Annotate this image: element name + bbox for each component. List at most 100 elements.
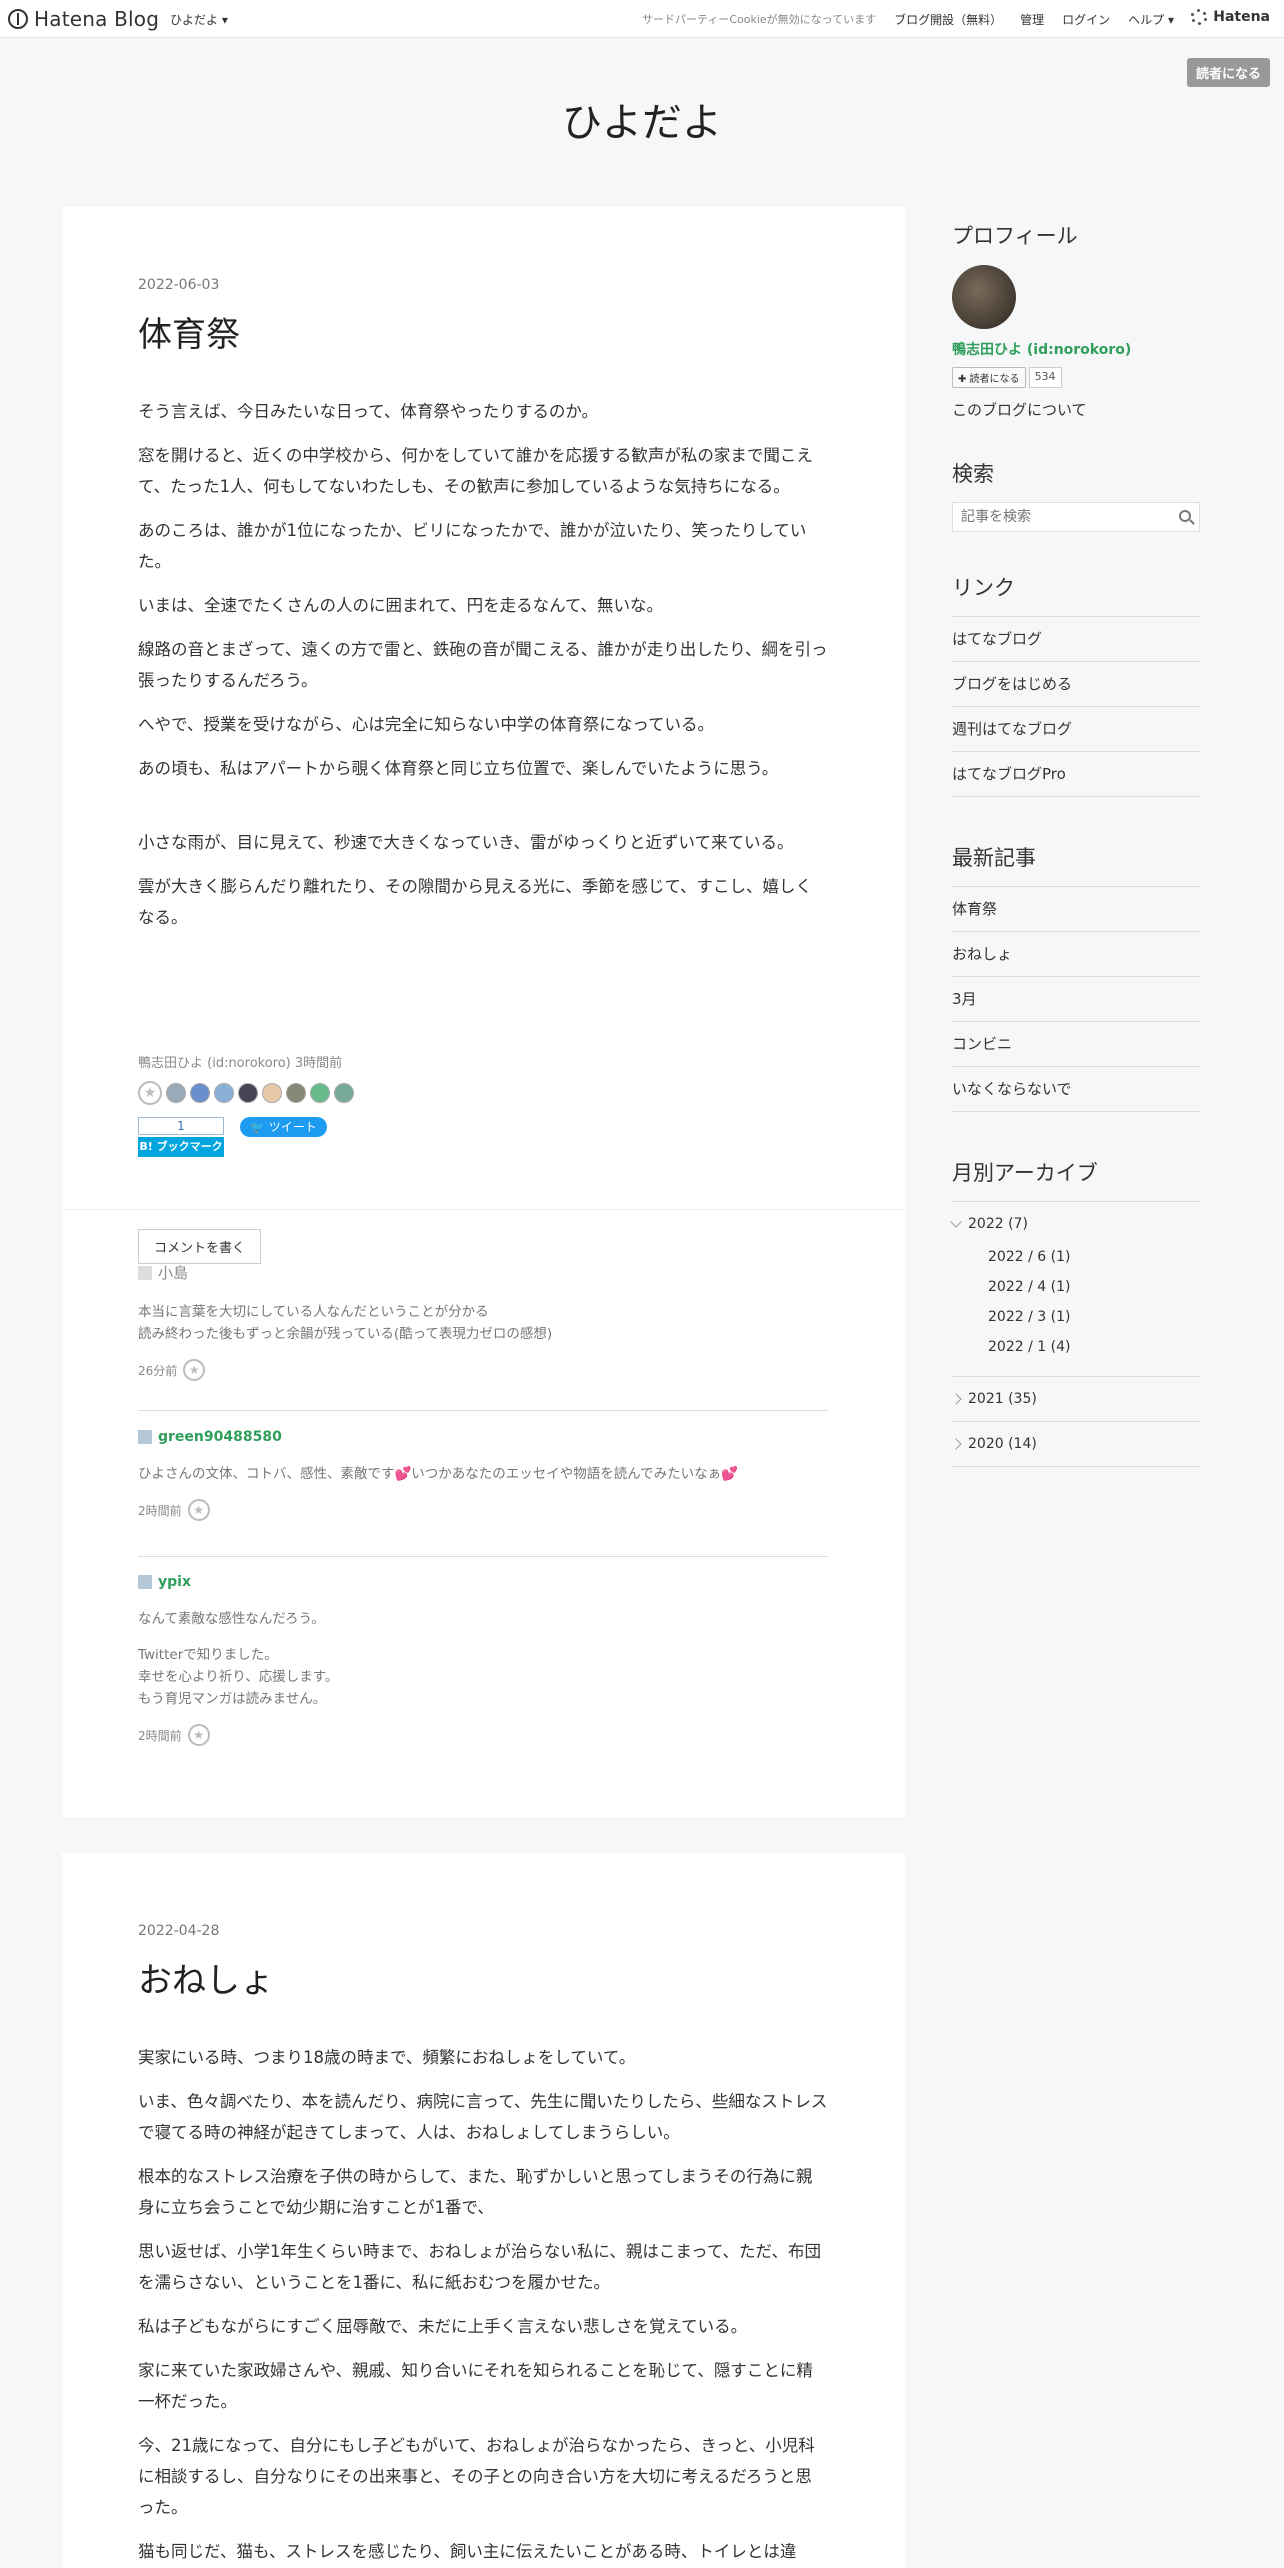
star-user-icon[interactable] [262, 1083, 282, 1103]
recent-entry-item[interactable]: いなくならないで [952, 1067, 1200, 1112]
star-row: ★ [138, 1081, 354, 1105]
subscribe-row: ✚ 読者になる 534 [952, 367, 1200, 388]
star-user-icon[interactable] [190, 1083, 210, 1103]
archive-month[interactable]: 2022 / 3 (1) [988, 1302, 1200, 1332]
comment-time[interactable]: 2時間前 [138, 1727, 182, 1744]
admin-link[interactable]: 管理 [1020, 11, 1044, 28]
entry-paragraph: 家に来ていた家政婦さんや、親戚、知り合いにそれを知られることを恥じて、隠すことに… [138, 2361, 813, 2411]
search-heading: 検索 [952, 462, 994, 486]
links-heading: リンク [952, 576, 1015, 600]
recent-entry-item[interactable]: 3月 [952, 977, 1200, 1022]
entry-paragraph: 根本的なストレス治療を子供の時からして、また、恥ずかしいと思ってしまうその行為に… [138, 2167, 813, 2217]
entry-paragraph: 今、21歳になって、自分にもし子どもがいて、おねしょが治らなかったら、きっと、小… [138, 2436, 815, 2517]
login-link[interactable]: ログイン [1062, 11, 1110, 28]
share-row: 1 B! ブックマーク 🐦 ツイート [138, 1117, 327, 1157]
archive-month[interactable]: 2022 / 1 (4) [988, 1332, 1200, 1362]
chevron-right-icon[interactable] [950, 1393, 962, 1405]
tweet-button[interactable]: 🐦 ツイート [240, 1117, 327, 1137]
profile-module: プロフィール 鴨志田ひよ (id:norokoro) ✚ 読者になる 534 こ… [952, 220, 1200, 420]
subscribe-button[interactable]: 読者になる [1186, 58, 1270, 87]
entry-date[interactable]: 2022-04-28 [138, 1923, 828, 1939]
comment-line: 本当に言葉を大切にしている人なんだということが分かる [138, 1304, 489, 1320]
avatar[interactable] [952, 265, 1016, 329]
bookmark-count[interactable]: 1 [138, 1117, 224, 1135]
about-blog-link[interactable]: このブログについて [952, 399, 1200, 420]
open-blog-link[interactable]: ブログ開設（無料） [894, 11, 1002, 28]
archive-year[interactable]: 2022 (7) [950, 1216, 1200, 1232]
entry-date[interactable]: 2022-06-03 [138, 277, 828, 293]
bookmark-button[interactable]: B! ブックマーク [138, 1137, 224, 1157]
entry-body: そう言えば、今日みたいな日って、体育祭やったりするのか。 窓を開けると、近くの中… [138, 396, 828, 933]
help-menu[interactable]: ヘルプ ▾ [1128, 11, 1174, 28]
comment-time[interactable]: 26分前 [138, 1362, 177, 1379]
entry-title[interactable]: 体育祭 [138, 307, 828, 356]
chevron-down-icon[interactable] [950, 1216, 962, 1228]
search-input[interactable] [953, 503, 1163, 531]
entry-footer-meta[interactable]: 鴨志田ひよ (id:norokoro) 3時間前 [138, 1052, 342, 1071]
hatena-text: Hatena [1213, 9, 1270, 25]
hatena-bookmark-widget[interactable]: 1 B! ブックマーク [138, 1117, 224, 1157]
entry-paragraph: へやで、授業を受けながら、心は完全に知らない中学の体育祭になっている。 [138, 715, 715, 734]
entry-paragraph: あの頃も、私はアパートから覗く体育祭と同じ立ち位置で、楽しんでいたように思う。 [138, 759, 779, 778]
link-item[interactable]: 週刊はてなブログ [952, 707, 1200, 752]
entry-title[interactable]: おねしょ [138, 1953, 828, 2002]
archive-year[interactable]: 2021 (35) [950, 1391, 1200, 1407]
profile-name[interactable]: 鴨志田ひよ (id:norokoro) [952, 339, 1200, 359]
subscribe-small-button[interactable]: ✚ 読者になる [952, 367, 1026, 388]
archive-months: 2022 / 6 (1) 2022 / 4 (1) 2022 / 3 (1) 2… [988, 1242, 1200, 1362]
entry-paragraph: 雲が大きく膨らんだり離れたり、その隙間から見える光に、季節を感じて、すこし、嬉し… [138, 877, 813, 927]
recent-entries-module: 最新記事 体育祭 おねしょ 3月 コンビニ いなくならないで [952, 842, 1200, 1112]
cookie-notice[interactable]: サードパーティーCookieが無効になっています [642, 11, 876, 28]
search-icon[interactable] [1179, 510, 1191, 522]
avatar [138, 1265, 152, 1280]
blog-switch-menu[interactable]: ひよだよ ▾ [170, 11, 228, 28]
write-comment-button[interactable]: コメントを書く [138, 1229, 262, 1264]
link-item[interactable]: ブログをはじめる [952, 662, 1200, 707]
add-star-icon[interactable]: ★ [138, 1081, 162, 1105]
hatena-blog-logo[interactable]: Hatena Blog [8, 7, 159, 31]
entry-paragraph: 窓を開けると、近くの中学校から、何かをしていて誰かを応援する歓声が私の家まで聞こ… [138, 446, 813, 496]
add-star-icon[interactable]: ★ [187, 1499, 210, 1521]
star-user-icon[interactable] [334, 1083, 354, 1103]
entry-body: 実家にいる時、つまり18歳の時まで、頻繁におねしょをしていて。 いま、色々調べた… [138, 2042, 828, 2567]
recent-entry-item[interactable]: おねしょ [952, 932, 1200, 977]
blog-title[interactable]: ひよだよ [0, 90, 1284, 148]
recent-list: 体育祭 おねしょ 3月 コンビニ いなくならないで [952, 886, 1200, 1112]
search-module: 検索 [952, 458, 1200, 532]
subscriber-count[interactable]: 534 [1028, 367, 1062, 388]
hatena-link[interactable]: Hatena [1191, 9, 1270, 25]
star-user-icon[interactable] [286, 1083, 306, 1103]
divider [62, 1209, 905, 1210]
comment-item: 小島 本当に言葉を大切にしている人なんだということが分かる 読み終わった後もずっ… [138, 1262, 828, 1411]
comment-author[interactable]: ypix [138, 1574, 828, 1590]
comment-author[interactable]: 小島 [138, 1262, 828, 1283]
comment-author[interactable]: green90488580 [138, 1429, 828, 1445]
entry-paragraph: 線路の音とまざって、遠くの方で雷と、鉄砲の音が聞こえる、誰かが走り出したり、綱を… [138, 640, 828, 690]
star-user-icon[interactable] [166, 1083, 186, 1103]
profile-heading: プロフィール [952, 224, 1078, 248]
add-star-icon[interactable]: ★ [187, 1724, 210, 1746]
star-user-icon[interactable] [214, 1083, 234, 1103]
archive-year[interactable]: 2020 (14) [950, 1436, 1200, 1452]
add-star-icon[interactable]: ★ [183, 1359, 206, 1381]
chevron-right-icon[interactable] [950, 1438, 962, 1450]
recent-entry-item[interactable]: 体育祭 [952, 887, 1200, 932]
tweet-label: ツイート [268, 1120, 317, 1134]
archive-month[interactable]: 2022 / 4 (1) [988, 1272, 1200, 1302]
archive-year-group: 2021 (35) [950, 1377, 1200, 1422]
star-user-icon[interactable] [238, 1083, 258, 1103]
links-module: リンク はてなブログ ブログをはじめる 週刊はてなブログ はてなブログPro [952, 572, 1200, 797]
archive-year-label: 2021 (35) [968, 1391, 1037, 1407]
entry-card: 2022-06-03 体育祭 そう言えば、今日みたいな日って、体育祭やったりする… [62, 207, 905, 1817]
star-user-icon[interactable] [310, 1083, 330, 1103]
archive-year-group: 2022 (7) 2022 / 6 (1) 2022 / 4 (1) 2022 … [950, 1202, 1200, 1377]
archive-month[interactable]: 2022 / 6 (1) [988, 1242, 1200, 1272]
archive-year-label: 2020 (14) [968, 1436, 1037, 1452]
link-item[interactable]: はてなブログPro [952, 752, 1200, 797]
archive-module: 月別アーカイブ 2022 (7) 2022 / 6 (1) 2022 / 4 (… [950, 1157, 1200, 1467]
sidebar: プロフィール 鴨志田ひよ (id:norokoro) ✚ 読者になる 534 こ… [950, 220, 1200, 1467]
comment-time[interactable]: 2時間前 [138, 1502, 182, 1519]
link-item[interactable]: はてなブログ [952, 617, 1200, 662]
recent-entry-item[interactable]: コンビニ [952, 1022, 1200, 1067]
comment-time-row: 2時間前 ★ [138, 1499, 828, 1521]
